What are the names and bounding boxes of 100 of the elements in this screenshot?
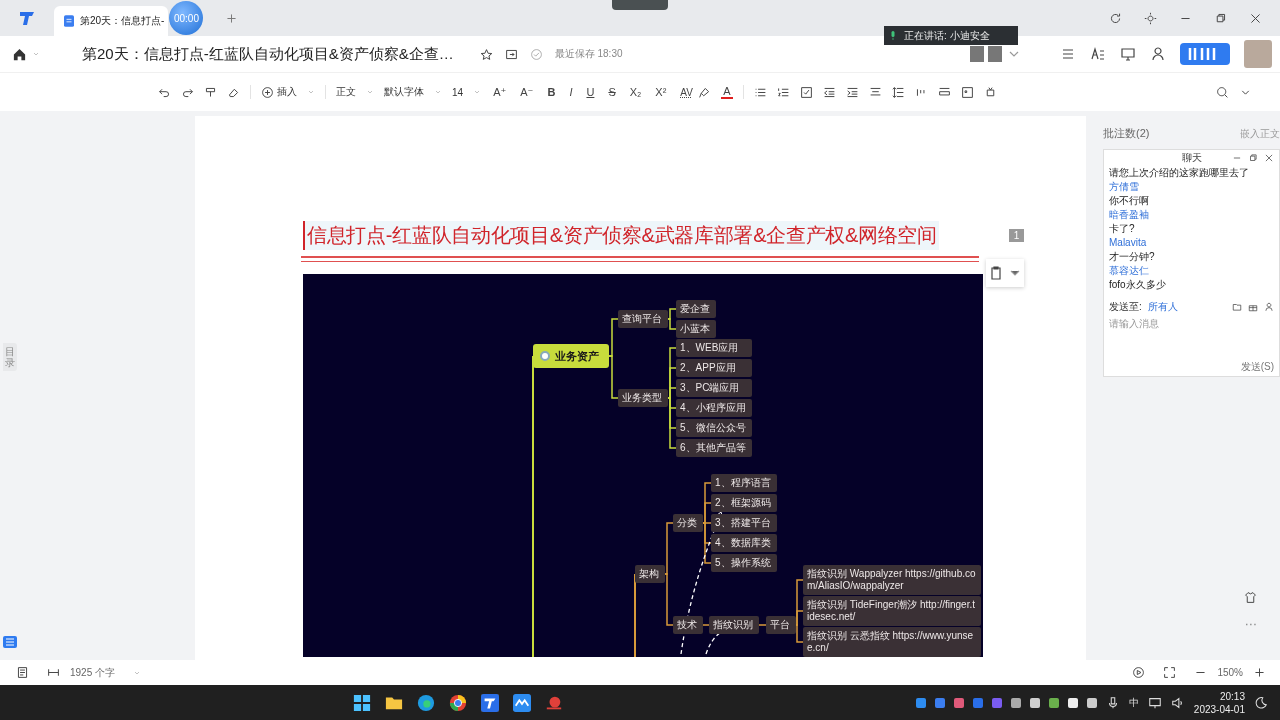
- comments-count: 批注数(2): [1103, 126, 1150, 141]
- meeting-app-icon[interactable]: [512, 693, 531, 712]
- sender-name: 方倩雪: [1109, 180, 1140, 194]
- restore-icon[interactable]: [1248, 153, 1258, 163]
- mind-map-node: 业务资产: [533, 344, 609, 368]
- format-button[interactable]: I: [567, 86, 575, 98]
- document-tab[interactable]: 第20天：信息打点-: [54, 6, 169, 36]
- format-button[interactable]: X₂: [627, 86, 644, 98]
- text-format-icon[interactable]: [1090, 46, 1106, 62]
- presentation-icon[interactable]: [1120, 46, 1136, 62]
- browser-icon[interactable]: [448, 693, 467, 712]
- connector-line: [758, 624, 767, 626]
- tray-app-icon[interactable]: [1029, 697, 1040, 708]
- numbered-list-icon[interactable]: [776, 85, 790, 99]
- shirt-icon[interactable]: [1244, 591, 1257, 604]
- mind-map-node: 3、PC端应用: [676, 379, 752, 397]
- speaker-name: 正在讲话: 小迪安全: [904, 28, 990, 43]
- mind-map-node: 1、程序语言: [711, 474, 777, 492]
- format-button[interactable]: X²: [653, 86, 669, 98]
- connector-line: [608, 318, 619, 357]
- video-thumbnail: [988, 46, 1002, 62]
- moon-icon[interactable]: [1254, 695, 1268, 710]
- windows-start-icon[interactable]: [352, 693, 371, 712]
- format-button[interactable]: B: [545, 86, 558, 98]
- speaker-icon[interactable]: [1170, 695, 1185, 710]
- browser-icon[interactable]: [416, 693, 435, 712]
- bars-logo-icon[interactable]: [1180, 43, 1230, 65]
- connector-line: [664, 573, 674, 626]
- close-icon[interactable]: [1264, 153, 1274, 163]
- mind-map-node: 指纹识别 云悉指纹 https://www.yunsee.cn/: [803, 627, 981, 657]
- target-icon: [540, 351, 550, 361]
- chat-message: fofo永久多少: [1109, 278, 1167, 292]
- fullscreen-icon[interactable]: [1163, 666, 1177, 679]
- mind-map-node: 指纹识别 Wappalyzer https://github.com/AliasIO/wappalyzer: [803, 565, 981, 595]
- home-icon[interactable]: [12, 46, 27, 62]
- document-icon[interactable]: [16, 666, 29, 679]
- insert-button[interactable]: 插入: [261, 85, 297, 99]
- clock-time[interactable]: 20:13: [1219, 689, 1245, 703]
- ruler-icon[interactable]: [47, 666, 60, 679]
- font-size-dropdown[interactable]: 14: [452, 86, 464, 98]
- mind-map-node: 架构: [635, 565, 665, 583]
- connector-line: [608, 355, 619, 399]
- style-dropdown[interactable]: 正文: [336, 85, 356, 99]
- font-color-button[interactable]: A: [721, 85, 733, 99]
- font-dropdown[interactable]: 默认字体: [384, 85, 424, 99]
- mind-map-node: 分类: [673, 514, 703, 532]
- list-toggle-icon[interactable]: [3, 636, 17, 648]
- close-icon[interactable]: [1249, 11, 1262, 25]
- outdent-icon[interactable]: [822, 85, 836, 99]
- recipient-dropdown[interactable]: 所有人: [1147, 300, 1178, 314]
- plus-icon[interactable]: [1253, 666, 1266, 679]
- format-button[interactable]: A⁺: [491, 85, 509, 99]
- text-block-icon[interactable]: [937, 85, 951, 99]
- send-to-label: 发送至:: [1109, 300, 1142, 314]
- star-icon[interactable]: [479, 47, 493, 61]
- checkbox-icon[interactable]: [799, 85, 813, 99]
- chat-message: 你不行啊: [1109, 194, 1150, 208]
- image-icon[interactable]: [960, 85, 974, 99]
- tray-app-icon[interactable]: [1010, 697, 1021, 708]
- mind-map-node: 5、操作系统: [711, 554, 777, 572]
- clock-date[interactable]: 2023-04-01: [1193, 702, 1245, 716]
- monitor-icon[interactable]: [1147, 695, 1162, 710]
- paste-options-button[interactable]: [986, 259, 1024, 287]
- line-spacing-icon[interactable]: [891, 85, 905, 99]
- menu-icon[interactable]: [1060, 46, 1076, 62]
- person-icon[interactable]: [1264, 302, 1274, 312]
- gift-icon[interactable]: [1248, 302, 1258, 312]
- format-button[interactable]: U: [584, 86, 597, 98]
- format-button[interactable]: A⁻: [518, 85, 536, 99]
- mind-map-node: 指纹识别: [709, 616, 759, 634]
- send-button[interactable]: 发送(S): [1240, 360, 1274, 374]
- highlighter-icon[interactable]: [698, 85, 712, 99]
- indent-icon[interactable]: [845, 85, 859, 99]
- restore-icon[interactable]: [1214, 11, 1227, 25]
- connector-line: [667, 308, 677, 320]
- tray-app-icon[interactable]: [1067, 697, 1078, 708]
- mind-map-node: 指纹识别 TideFinger潮汐 http://finger.tidesec.net/: [803, 596, 981, 626]
- zoom-level[interactable]: 150%: [1217, 667, 1243, 678]
- search-icon[interactable]: [1216, 85, 1229, 99]
- sender-name: 慕容达仁: [1109, 264, 1150, 278]
- settings-icon[interactable]: [1144, 11, 1157, 25]
- mind-map-node: 1、WEB应用: [676, 339, 752, 357]
- folder-arrow-icon[interactable]: [504, 47, 518, 61]
- mind-map-node: 3、搭建平台: [711, 514, 777, 532]
- chat-message: 才一分钟?: [1109, 250, 1156, 264]
- document-icon: [64, 15, 74, 27]
- refresh-icon[interactable]: [1109, 11, 1122, 25]
- input-method-indicator[interactable]: 中: [1128, 695, 1139, 710]
- sender-name: 暗香盈袖: [1109, 208, 1150, 222]
- document-heading: 信息打点-红蓝队自动化项目&资产侦察&武器库部署&企查产权&网络空间: [303, 221, 939, 250]
- word-count[interactable]: 1925 个字: [70, 665, 116, 680]
- docs-app-icon[interactable]: [480, 693, 499, 712]
- person-icon[interactable]: [1150, 46, 1166, 62]
- connector-line: [667, 318, 677, 330]
- paint-format-icon[interactable]: [204, 85, 217, 99]
- format-button[interactable]: S: [606, 86, 618, 98]
- connector-line: [702, 624, 710, 626]
- align-icon[interactable]: [868, 85, 882, 99]
- tray-app-icon[interactable]: [1048, 697, 1059, 708]
- tray-app-icon[interactable]: [1086, 697, 1097, 708]
